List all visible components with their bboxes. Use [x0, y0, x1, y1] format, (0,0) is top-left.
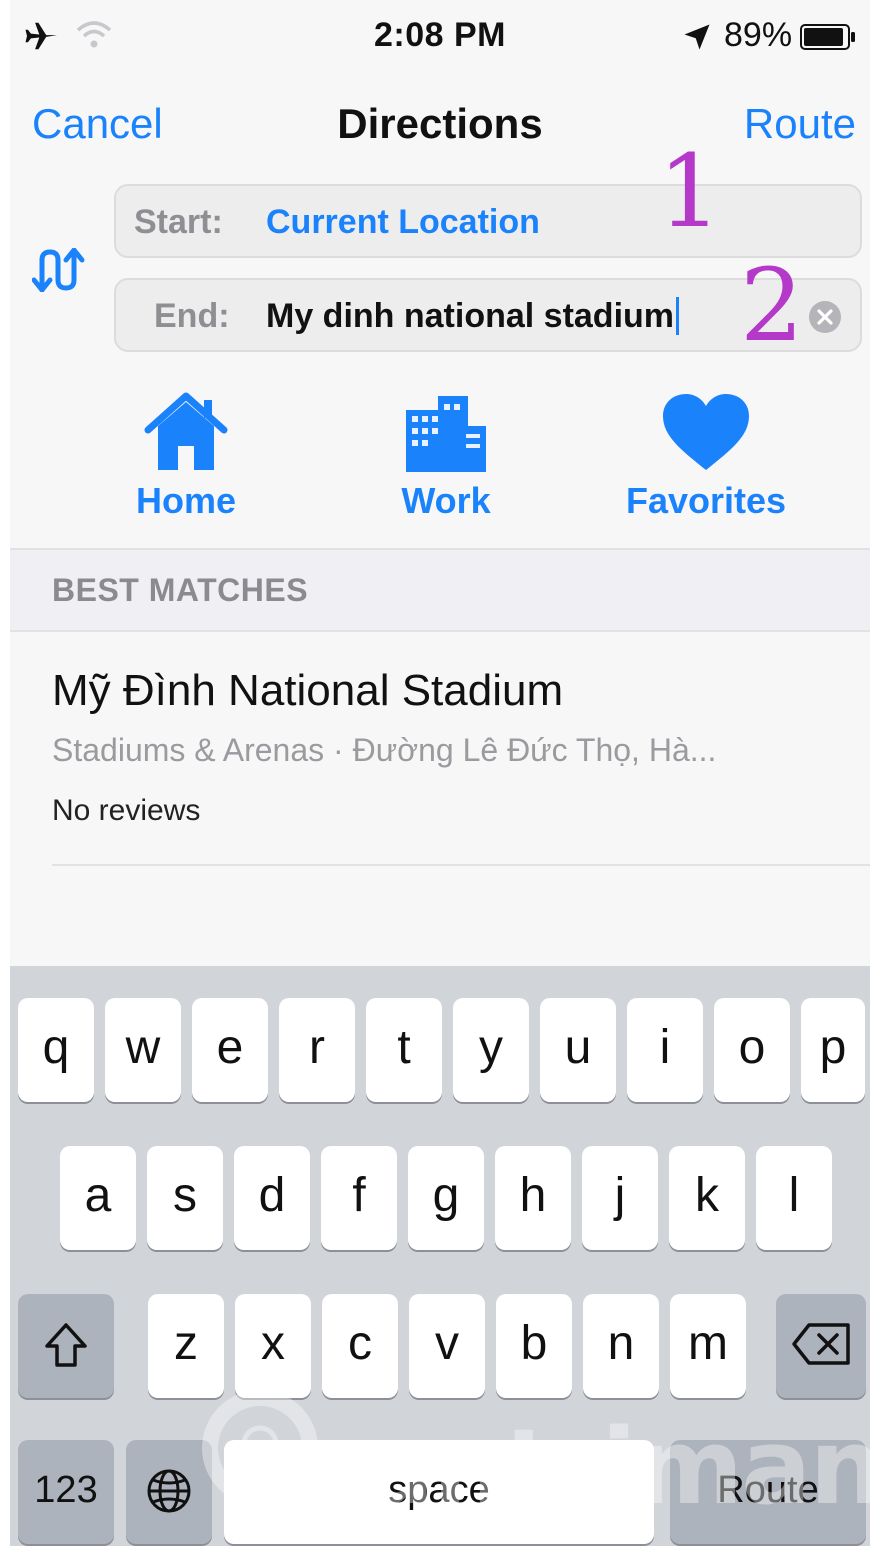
key-q[interactable]: q	[18, 998, 94, 1102]
key-h[interactable]: h	[495, 1146, 571, 1250]
status-bar: 2:08 PM 89%	[10, 0, 870, 78]
key-y[interactable]: y	[453, 998, 529, 1102]
space-key[interactable]: space	[224, 1440, 654, 1544]
key-j[interactable]: j	[582, 1146, 658, 1250]
key-b[interactable]: b	[496, 1294, 572, 1398]
shortcut-work-label: Work	[401, 480, 491, 521]
shortcut-home[interactable]: Home	[86, 392, 286, 522]
heart-icon	[663, 394, 749, 470]
key-t[interactable]: t	[366, 998, 442, 1102]
result-subtitle: Stadiums & Arenas · Đường Lê Đức Thọ, Hà…	[52, 732, 717, 768]
backspace-key[interactable]	[776, 1294, 866, 1398]
shift-key[interactable]	[18, 1294, 114, 1398]
list-item[interactable]: Mỹ Đình National Stadium Stadiums & Aren…	[10, 632, 870, 866]
end-value-wrapper: My dinh national stadium	[266, 297, 680, 336]
key-z[interactable]: z	[148, 1294, 224, 1398]
key-c[interactable]: c	[322, 1294, 398, 1398]
key-d[interactable]: d	[234, 1146, 310, 1250]
key-n[interactable]: n	[583, 1294, 659, 1398]
result-divider	[52, 864, 870, 866]
text-cursor	[676, 297, 680, 335]
annotation-number-2: 2	[740, 247, 804, 364]
end-label: End:	[154, 297, 230, 335]
key-f[interactable]: f	[321, 1146, 397, 1250]
keyboard: q w e r t y u i o p a s d f g h j k l z …	[10, 966, 870, 1546]
key-m[interactable]: m	[670, 1294, 746, 1398]
battery-percent: 89%	[724, 16, 793, 54]
numbers-key[interactable]: 123	[18, 1440, 114, 1544]
end-value: My dinh national stadium	[266, 297, 675, 335]
key-p[interactable]: p	[801, 998, 865, 1102]
key-e[interactable]: e	[192, 998, 268, 1102]
phone-screen: 2:08 PM 89% Cancel Directions Route Star…	[10, 0, 870, 1546]
page-title: Directions	[337, 100, 543, 147]
start-value: Current Location	[266, 203, 540, 241]
globe-icon	[147, 1469, 191, 1513]
best-matches-header: BEST MATCHES	[10, 550, 870, 630]
shift-arrow-icon	[45, 1323, 87, 1367]
result-reviews: No reviews	[52, 794, 201, 827]
battery-icon	[800, 24, 855, 50]
shortcut-home-label: Home	[135, 480, 237, 521]
key-s[interactable]: s	[147, 1146, 223, 1250]
section-title: BEST MATCHES	[52, 572, 309, 608]
backspace-icon	[792, 1323, 850, 1365]
key-o[interactable]: o	[714, 998, 790, 1102]
shortcut-favorites-label: Favorites	[625, 480, 787, 521]
key-g[interactable]: g	[408, 1146, 484, 1250]
location-arrow-icon	[684, 24, 710, 50]
route-return-key[interactable]: Route	[670, 1440, 866, 1544]
key-r[interactable]: r	[279, 998, 355, 1102]
route-button[interactable]: Route	[744, 100, 856, 148]
key-k[interactable]: k	[669, 1146, 745, 1250]
key-l[interactable]: l	[756, 1146, 832, 1250]
house-icon	[144, 392, 228, 470]
clear-text-icon[interactable]	[808, 300, 842, 334]
shortcut-favorites[interactable]: Favorites	[606, 392, 806, 522]
key-w[interactable]: w	[105, 998, 181, 1102]
key-u[interactable]: u	[540, 998, 616, 1102]
key-v[interactable]: v	[409, 1294, 485, 1398]
annotation-number-1: 1	[658, 133, 722, 250]
navigation-bar: Cancel Directions Route	[10, 78, 870, 178]
key-i[interactable]: i	[627, 998, 703, 1102]
shortcut-work[interactable]: Work	[346, 392, 546, 522]
start-label: Start:	[134, 203, 223, 241]
building-icon	[406, 396, 486, 472]
swap-locations-icon[interactable]	[32, 248, 88, 292]
key-x[interactable]: x	[235, 1294, 311, 1398]
result-title: Mỹ Đình National Stadium	[52, 666, 564, 715]
globe-key[interactable]	[126, 1440, 212, 1544]
key-a[interactable]: a	[60, 1146, 136, 1250]
